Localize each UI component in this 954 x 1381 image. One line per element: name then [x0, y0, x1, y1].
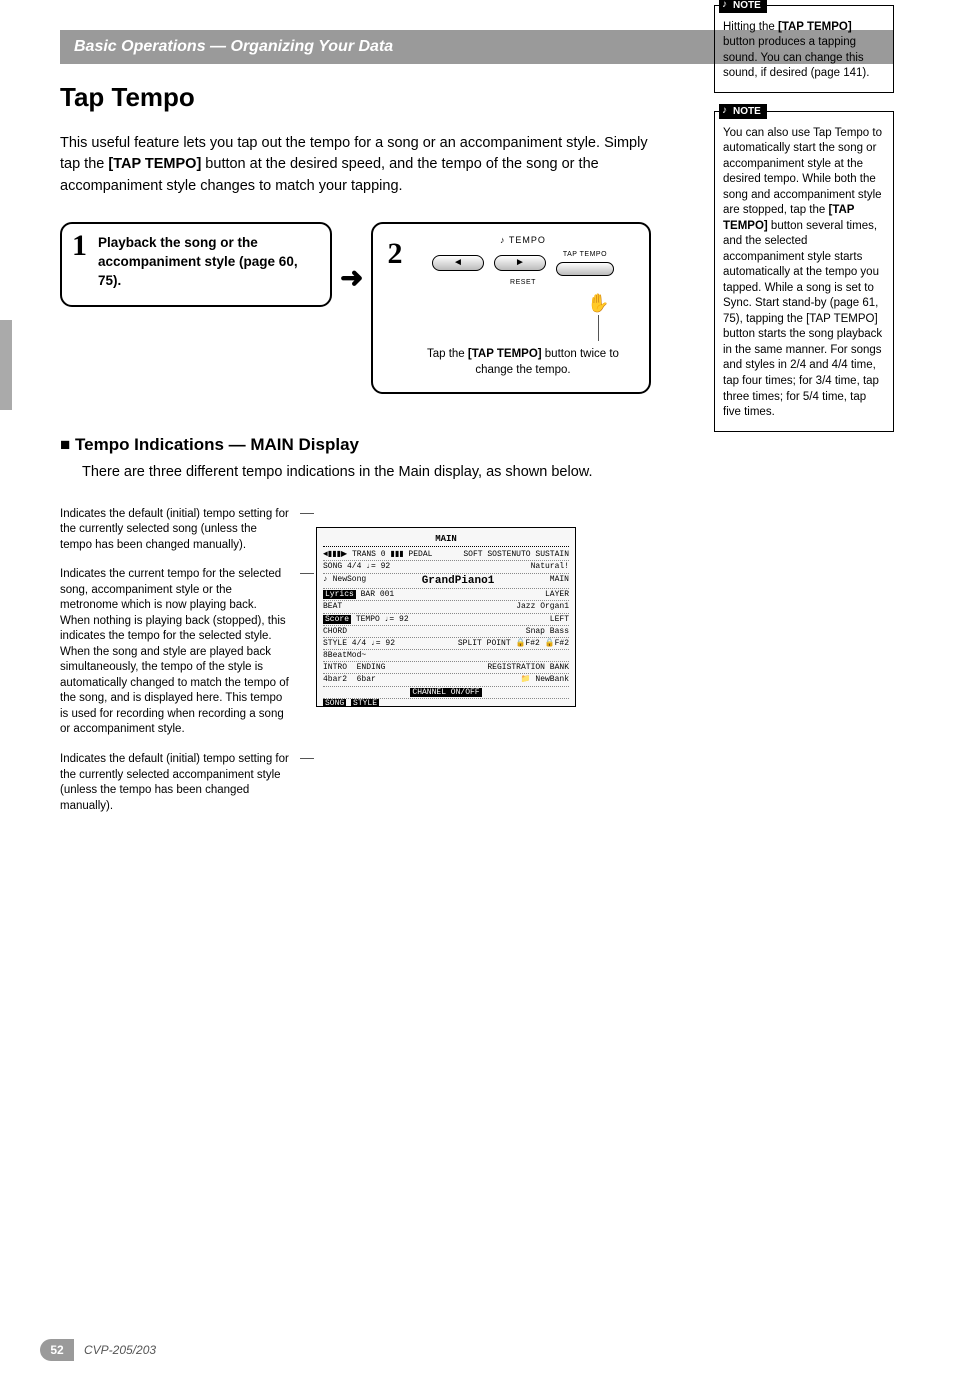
- caption-a: Tap the: [427, 348, 468, 360]
- d-beatmod: 8BeatMod~: [323, 651, 366, 660]
- note2-a: You can also use Tap Tempo to automatica…: [723, 127, 882, 217]
- d-snap: Snap Bass: [526, 627, 569, 636]
- d-intro: INTRO: [323, 663, 347, 672]
- d-newbank: NewBank: [535, 675, 569, 684]
- d-style: STYLE 4/4 ♩= 92: [323, 639, 395, 648]
- tempo-note-icon: ♪: [500, 235, 506, 245]
- subsection-desc: There are three different tempo indicati…: [82, 463, 694, 483]
- d-split: SPLIT POINT: [458, 639, 511, 648]
- d-natural: Natural!: [531, 562, 569, 571]
- tap-tempo-button[interactable]: [556, 262, 614, 276]
- step-1-text: Playback the song or the accompaniment s…: [98, 234, 316, 291]
- leader-line: [598, 315, 599, 341]
- steps-row: 1 Playback the song or the accompaniment…: [60, 222, 694, 394]
- d-bar6: 6bar: [357, 675, 376, 684]
- d-tempo: TEMPO ♩= 92: [356, 615, 409, 624]
- d-fs1: F#2: [525, 639, 539, 648]
- d-newsong: ♪ NewSong: [323, 575, 366, 588]
- intro-line1: This useful feature lets you tap out the…: [60, 135, 600, 151]
- step-2-panel: 2 ♪ TEMPO ◄ ►: [371, 222, 651, 394]
- callout-1: Indicates the default (initial) tempo se…: [60, 507, 300, 554]
- note-label-1: NOTE: [719, 0, 767, 13]
- step-2-caption: Tap the [TAP TEMPO] button twice to chan…: [410, 347, 635, 378]
- side-tab: [0, 320, 12, 410]
- main-display-screenshot: MAIN ◄▮▮▮▶ TRANS 0 ▮▮▮ PEDALSOFT SOSTENU…: [316, 527, 576, 707]
- d-beat: BEAT: [323, 602, 342, 611]
- intro-paragraph: This useful feature lets you tap out the…: [60, 133, 670, 198]
- d-song: SONG 4/4 ♩= 92: [323, 562, 390, 571]
- page-number: 52: [40, 1339, 74, 1361]
- d-main: MAIN: [550, 575, 569, 588]
- d-layer: LAYER: [545, 590, 569, 599]
- note-box-1: NOTE Hitting the [TAP TEMPO] button prod…: [714, 5, 894, 93]
- note1-b: [TAP TEMPO]: [778, 21, 852, 33]
- tempo-label-text: TEMPO: [509, 235, 546, 245]
- note1-a: Hitting the: [723, 21, 778, 33]
- intro-tap-button: [TAP TEMPO]: [108, 156, 201, 172]
- d-piano: GrandPiano1: [422, 575, 495, 588]
- note-label-2: NOTE: [719, 104, 767, 120]
- tap-tempo-group: TAP TEMPO: [556, 250, 614, 275]
- d-songtab: SONG: [323, 699, 346, 707]
- callout-2: Indicates the current tempo for the sele…: [60, 567, 300, 738]
- note1-c: button produces a tapping sound. You can…: [723, 36, 869, 79]
- d-styletab: STYLE: [351, 699, 379, 707]
- tempo-plus-button[interactable]: ►: [494, 255, 546, 271]
- d-left: LEFT: [550, 615, 569, 624]
- d-fs2: F#2: [555, 639, 569, 648]
- tempo-minus-button[interactable]: ◄: [432, 255, 484, 271]
- callout-3: Indicates the default (initial) tempo se…: [60, 752, 300, 814]
- d-lyrics: Lyrics: [323, 590, 356, 599]
- display-title: MAIN: [323, 534, 569, 547]
- tap-hand-icon: ✋: [410, 291, 609, 315]
- callouts-column: Indicates the default (initial) tempo se…: [60, 507, 300, 828]
- d-transval: 0: [381, 550, 386, 559]
- d-trans: TRANS: [352, 550, 376, 559]
- d-chord: CHORD: [323, 627, 347, 636]
- step-1-number: 1: [72, 226, 87, 267]
- caption-bold: [TAP TEMPO]: [468, 348, 542, 360]
- step-1-panel: 1 Playback the song or the accompaniment…: [60, 222, 332, 307]
- d-score: Score: [323, 615, 351, 624]
- tap-tempo-label: TAP TEMPO: [556, 250, 614, 259]
- d-bar: BAR 001: [361, 590, 395, 599]
- tempo-minus-group: ◄: [432, 255, 484, 271]
- d-regbank: REGISTRATION BANK: [487, 663, 569, 672]
- d-chonoff: CHANNEL ON/OFF: [410, 688, 481, 697]
- page-footer: 52 CVP-205/203: [40, 1339, 156, 1361]
- subsection-heading: Tempo Indications — MAIN Display: [60, 434, 694, 457]
- reset-label: RESET: [410, 278, 635, 287]
- note2-c: button several times, and the selected a…: [723, 220, 882, 418]
- d-jazz: Jazz Organ1: [516, 602, 569, 611]
- step-2-number: 2: [387, 234, 402, 275]
- d-bar4: 4bar2: [323, 675, 347, 684]
- model-name: CVP-205/203: [84, 1342, 156, 1358]
- note-box-2: NOTE You can also use Tap Tempo to autom…: [714, 111, 894, 432]
- d-pedal: PEDAL: [408, 550, 432, 559]
- d-ending: ENDING: [357, 663, 386, 672]
- d-soft: SOFT SOSTENUTO SUSTAIN: [463, 550, 569, 559]
- arrow-icon: ➜: [340, 259, 363, 357]
- tempo-section-label: ♪ TEMPO: [410, 234, 635, 246]
